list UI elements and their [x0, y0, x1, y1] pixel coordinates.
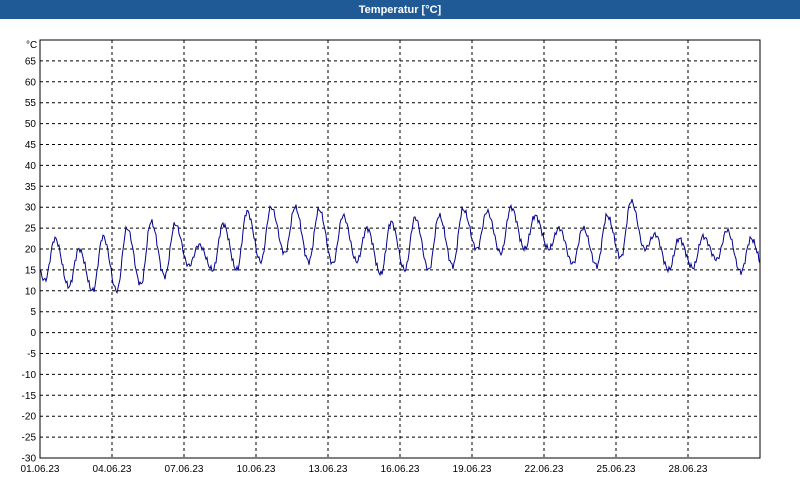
y-tick-label: 20 — [25, 245, 37, 256]
x-tick-label: 19.06.23 — [453, 464, 492, 475]
y-tick-label: 15 — [25, 265, 37, 276]
y-tick-label: 60 — [25, 77, 37, 88]
y-tick-label: 10 — [25, 286, 37, 297]
y-tick-label: 55 — [25, 98, 37, 109]
x-tick-label: 10.06.23 — [237, 464, 276, 475]
y-tick-label: 40 — [25, 161, 37, 172]
y-axis-unit-label: °C — [26, 40, 37, 51]
x-tick-label: 07.06.23 — [165, 464, 204, 475]
x-tick-label: 04.06.23 — [93, 464, 132, 475]
window-title: Temperatur [°C] — [0, 0, 800, 19]
temperature-chart: -30 -25 -20 -15 -10 -5 0 5 10 15 20 25 30 35 40 45 50 55 6… — [21, 39, 761, 475]
y-tick-label: -15 — [22, 391, 37, 402]
x-tick-label: 22.06.23 — [525, 464, 564, 475]
x-tick-label: 25.06.23 — [597, 464, 636, 475]
x-tick-label: 13.06.23 — [309, 464, 348, 475]
y-tick-label: 30 — [25, 203, 37, 214]
grid — [40, 40, 760, 458]
x-tick-label: 16.06.23 — [381, 464, 420, 475]
x-axis-ticks: 01.06.23 04.06.23 07.06.23 10.06.23 13.06.23… — [21, 464, 708, 475]
y-tick-label: 0 — [30, 328, 36, 339]
chart-window: Temperatur [°C] -30 -25 -20 -15 -10 -5 0 5 10 15 2… — [0, 0, 800, 500]
y-tick-label: 50 — [25, 119, 37, 130]
y-tick-label: 45 — [25, 140, 37, 151]
x-tick-label: 28.06.23 — [669, 464, 708, 475]
x-tick-label: 01.06.23 — [21, 464, 60, 475]
y-tick-label: -30 — [22, 454, 37, 465]
y-tick-label: -5 — [27, 349, 36, 360]
y-tick-label: 35 — [25, 182, 37, 193]
y-tick-label: -20 — [22, 412, 37, 423]
y-axis-ticks: -30 -25 -20 -15 -10 -5 0 5 10 15 20 25 30 35 40 45 50 55 6… — [22, 56, 37, 464]
y-tick-label: 65 — [25, 56, 37, 67]
y-tick-label: -25 — [22, 433, 37, 444]
y-tick-label: 5 — [30, 307, 36, 318]
y-tick-label: 25 — [25, 224, 37, 235]
y-tick-label: -10 — [22, 370, 37, 381]
